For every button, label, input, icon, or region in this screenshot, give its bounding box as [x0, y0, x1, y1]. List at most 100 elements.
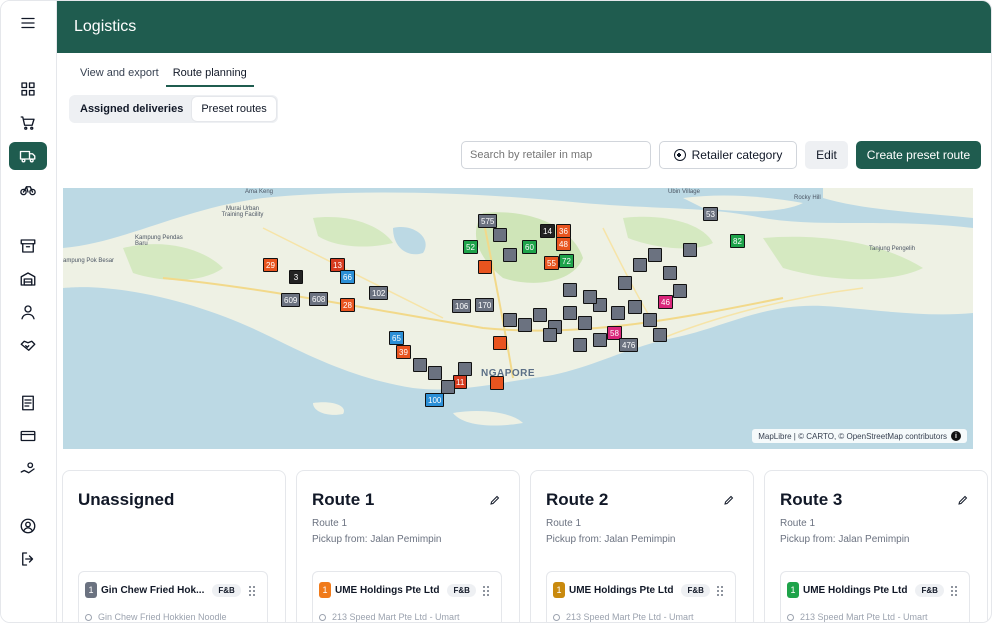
- map-marker[interactable]: 36: [556, 224, 571, 238]
- stop-number-badge: 1: [85, 582, 97, 598]
- map-marker[interactable]: [503, 313, 517, 327]
- map-marker[interactable]: [503, 248, 517, 262]
- map-marker[interactable]: 3: [289, 270, 303, 284]
- dashboard-icon[interactable]: [9, 75, 47, 103]
- map-marker[interactable]: 608: [309, 292, 329, 306]
- map-marker[interactable]: [563, 283, 577, 297]
- route-subtitle: Route 1: [546, 518, 582, 529]
- map-marker[interactable]: [633, 258, 647, 272]
- map-marker[interactable]: [493, 228, 507, 242]
- map-marker[interactable]: 52: [463, 240, 478, 254]
- place-label: Ubin Village: [668, 189, 700, 195]
- map-marker[interactable]: 106: [452, 299, 472, 313]
- map-marker[interactable]: [593, 333, 607, 347]
- map-marker[interactable]: [683, 243, 697, 257]
- map-marker[interactable]: [643, 313, 657, 327]
- card-title: Route 1: [312, 490, 375, 509]
- map-marker[interactable]: [611, 306, 625, 320]
- retailer-search-input[interactable]: [461, 141, 651, 169]
- map-marker[interactable]: [653, 328, 667, 342]
- map-marker[interactable]: 14: [540, 224, 555, 238]
- account-icon[interactable]: [9, 512, 47, 540]
- menu-icon[interactable]: [9, 9, 47, 37]
- cart-icon[interactable]: [9, 109, 47, 137]
- edit-route-icon[interactable]: [489, 493, 501, 505]
- map-marker[interactable]: [413, 358, 427, 372]
- app-header: Logistics: [57, 1, 991, 53]
- document-icon[interactable]: [9, 389, 47, 417]
- tab-view-and-export[interactable]: View and export: [73, 63, 166, 87]
- map-marker[interactable]: 29: [263, 258, 278, 272]
- map-marker[interactable]: 82: [730, 234, 745, 248]
- map-marker[interactable]: [458, 362, 472, 376]
- map-marker[interactable]: [490, 376, 504, 390]
- subtab-assigned-deliveries[interactable]: Assigned deliveries: [71, 97, 192, 121]
- delivery-item[interactable]: 1 UME Holdings Pte Ltd F&B 213 Speed Mar…: [312, 571, 502, 622]
- delivery-item[interactable]: 1 UME Holdings Pte Ltd F&B 213 Speed Mar…: [546, 571, 736, 622]
- map-marker[interactable]: [628, 300, 642, 314]
- retailer-name: UME Holdings Pte Ltd: [335, 584, 440, 596]
- tab-route-planning[interactable]: Route planning: [165, 63, 254, 87]
- map-marker[interactable]: [533, 308, 547, 322]
- drag-handle-icon[interactable]: [483, 586, 489, 596]
- map-marker[interactable]: 102: [369, 286, 389, 300]
- credit-card-icon[interactable]: [9, 422, 47, 450]
- map-marker[interactable]: 100: [425, 393, 445, 407]
- map-marker[interactable]: [493, 336, 507, 350]
- logout-icon[interactable]: [9, 545, 47, 573]
- drag-handle-icon[interactable]: [717, 586, 723, 596]
- map-marker[interactable]: [648, 248, 662, 262]
- edit-route-icon[interactable]: [723, 493, 735, 505]
- map-marker[interactable]: 48: [556, 237, 571, 251]
- warehouse-icon[interactable]: [9, 265, 47, 293]
- main-tabs: View and export Route planning: [73, 63, 254, 87]
- drag-handle-icon[interactable]: [951, 586, 957, 596]
- map-marker[interactable]: 65: [389, 331, 404, 345]
- edit-button[interactable]: Edit: [805, 141, 848, 169]
- drag-handle-icon[interactable]: [249, 586, 255, 596]
- route-map[interactable]: Ama Keng Murai Urban Training Facility K…: [63, 188, 973, 449]
- place-label: Rocky Hill: [794, 195, 821, 201]
- archive-icon[interactable]: [9, 232, 47, 260]
- map-marker[interactable]: 28: [340, 298, 355, 312]
- route-card-3: Route 3 Route 1 Pickup from: Jalan Pemim…: [764, 470, 988, 622]
- map-marker[interactable]: [518, 318, 532, 332]
- map-marker[interactable]: [578, 316, 592, 330]
- plus-circle-icon: [673, 149, 686, 161]
- map-marker[interactable]: 72: [559, 254, 574, 268]
- subtab-preset-routes[interactable]: Preset routes: [192, 97, 276, 121]
- create-preset-route-button[interactable]: Create preset route: [856, 141, 981, 169]
- map-marker[interactable]: 55: [544, 256, 559, 270]
- hand-coins-icon[interactable]: [9, 455, 47, 483]
- map-marker[interactable]: 39: [396, 345, 411, 359]
- stop-number-badge: 1: [319, 582, 331, 598]
- map-marker[interactable]: 609: [281, 293, 301, 307]
- map-marker[interactable]: [583, 290, 597, 304]
- handshake-icon[interactable]: [9, 331, 47, 359]
- info-icon[interactable]: i: [951, 431, 961, 441]
- map-marker[interactable]: [563, 306, 577, 320]
- map-marker[interactable]: 476: [619, 338, 639, 352]
- map-marker[interactable]: [543, 328, 557, 342]
- map-marker[interactable]: 60: [522, 240, 537, 254]
- truck-icon[interactable]: [9, 142, 47, 170]
- map-marker[interactable]: 575: [478, 214, 498, 228]
- map-marker[interactable]: [478, 260, 492, 274]
- map-marker[interactable]: 66: [340, 270, 355, 284]
- map-marker[interactable]: [441, 380, 455, 394]
- map-marker[interactable]: 46: [658, 295, 673, 309]
- retailer-category-button[interactable]: Retailer category: [659, 141, 797, 169]
- map-marker[interactable]: [673, 284, 687, 298]
- map-marker[interactable]: [618, 276, 632, 290]
- map-marker[interactable]: 170: [475, 298, 495, 312]
- bicycle-icon[interactable]: [9, 175, 47, 203]
- edit-route-icon[interactable]: [957, 493, 969, 505]
- map-marker[interactable]: [573, 338, 587, 352]
- delivery-item[interactable]: 1 Gin Chew Fried Hok... F&B Gin Chew Fri…: [78, 571, 268, 622]
- map-marker[interactable]: 11: [453, 375, 468, 389]
- delivery-item[interactable]: 1 UME Holdings Pte Ltd F&B 213 Speed Mar…: [780, 571, 970, 622]
- map-marker[interactable]: 53: [703, 207, 718, 221]
- map-marker[interactable]: [428, 366, 442, 380]
- user-icon[interactable]: [9, 298, 47, 326]
- map-marker[interactable]: [663, 266, 677, 280]
